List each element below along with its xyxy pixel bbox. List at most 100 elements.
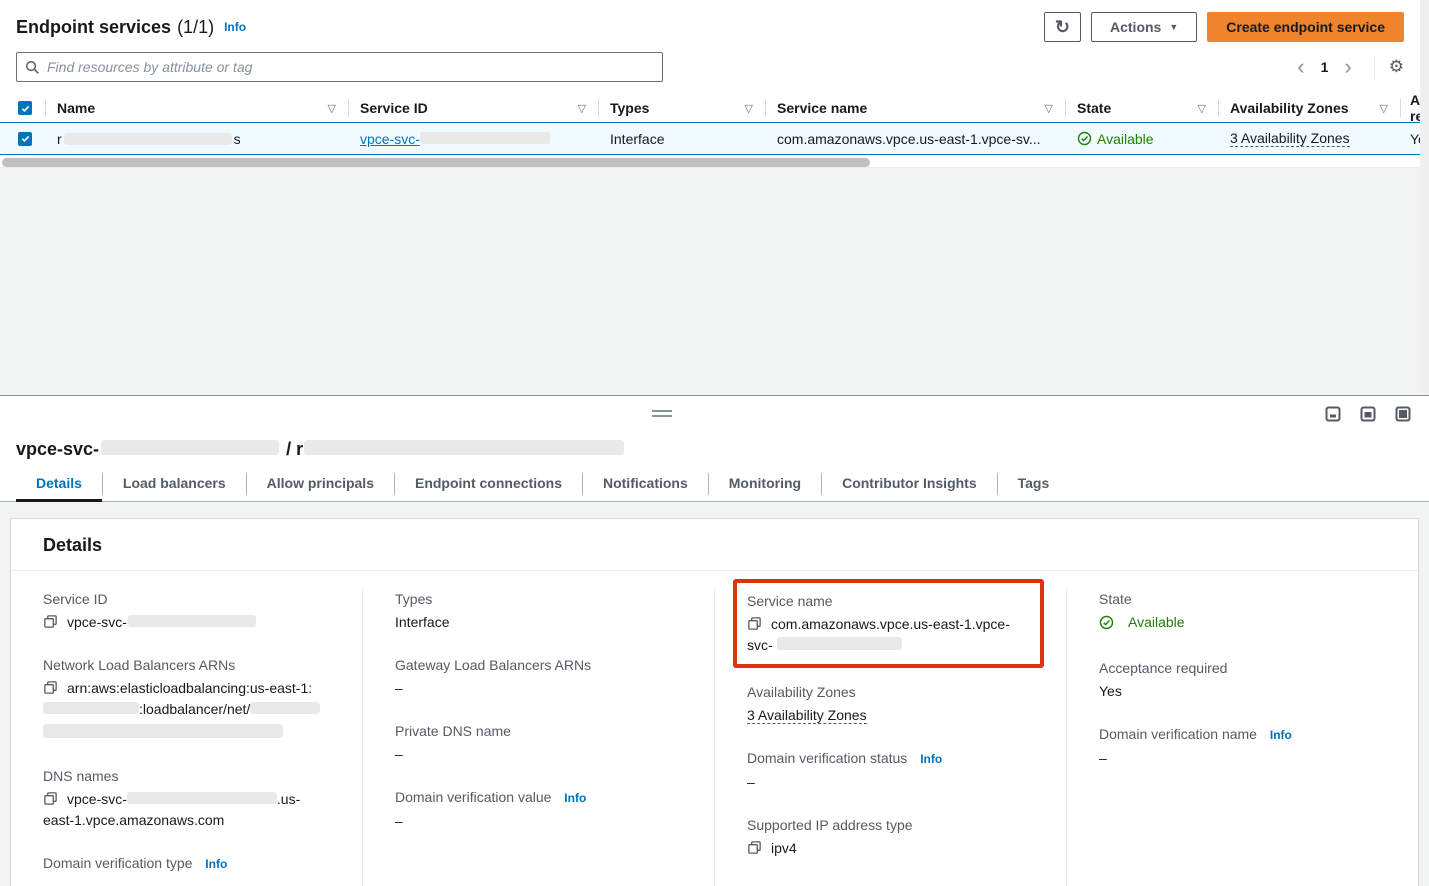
caret-down-icon: ▼: [1169, 22, 1178, 32]
column-header-acceptance-required[interactable]: Acceptance required: [1400, 94, 1420, 122]
column-header-types[interactable]: Types ▽: [598, 94, 765, 122]
vertical-scrollbar[interactable]: [1420, 0, 1429, 393]
check-circle-icon: [1077, 131, 1092, 146]
redacted-text: [304, 440, 624, 455]
detail-tabs: Details Load balancers Allow principals …: [0, 466, 1429, 502]
redacted-text: [128, 615, 256, 627]
check-circle-icon: [1099, 615, 1114, 630]
panel-title: vpce-svc- / r: [16, 439, 624, 460]
tab-endpoint-connections[interactable]: Endpoint connections: [395, 466, 582, 501]
field-service-name: Service name com.amazonaws.vpce.us-east-…: [747, 591, 1030, 656]
column-header-service-id[interactable]: Service ID ▽: [348, 94, 598, 122]
redacted-text: [43, 724, 283, 738]
service-name-annotation-box: Service name com.amazonaws.vpce.us-east-…: [733, 579, 1044, 668]
redacted-text: [64, 133, 232, 145]
cell-availability-zones: 3 Availability Zones: [1218, 123, 1400, 154]
info-link[interactable]: Info: [205, 857, 227, 871]
page-title: Endpoint services: [16, 17, 171, 38]
tab-monitoring[interactable]: Monitoring: [709, 466, 821, 501]
sort-icon: ▽: [578, 102, 586, 115]
field-domain-verification-status: Domain verification status Info –: [747, 748, 1034, 793]
tab-load-balancers[interactable]: Load balancers: [103, 466, 246, 501]
copy-icon[interactable]: [43, 614, 58, 629]
select-all-cell: [0, 94, 45, 122]
copy-icon[interactable]: [747, 840, 762, 855]
panel-content: Details Service ID vpce-svc-: [0, 502, 1429, 886]
tab-tags[interactable]: Tags: [998, 466, 1070, 501]
panel-size-medium-icon[interactable]: [1360, 406, 1376, 422]
field-private-dns-name: Private DNS name –: [395, 721, 682, 765]
tab-contributor-insights[interactable]: Contributor Insights: [822, 466, 997, 501]
column-header-state[interactable]: State ▽: [1065, 94, 1218, 122]
copy-icon[interactable]: [43, 680, 58, 695]
field-domain-verification-value: Domain verification value Info –: [395, 787, 682, 832]
field-state: State Available: [1099, 589, 1386, 636]
check-icon: [20, 103, 31, 114]
details-card-heading: Details: [11, 519, 1418, 571]
refresh-icon: ↻: [1055, 18, 1070, 36]
actions-button[interactable]: Actions ▼: [1091, 12, 1197, 42]
page-number[interactable]: 1: [1317, 59, 1333, 75]
availability-zones-popover-trigger[interactable]: 3 Availability Zones: [1230, 130, 1350, 147]
sort-icon: ▽: [1198, 102, 1206, 115]
redacted-text: [101, 440, 279, 455]
field-domain-verification-name: Domain verification name Info –: [1099, 724, 1386, 769]
column-header-service-name[interactable]: Service name ▽: [765, 94, 1065, 122]
endpoint-services-page: Endpoint services (1/1) Info ↻ Actions ▼…: [0, 0, 1429, 886]
panel-size-small-icon[interactable]: [1325, 406, 1341, 422]
header-actions: ↻ Actions ▼ Create endpoint service: [1044, 12, 1404, 42]
redacted-text: [250, 702, 320, 714]
list-header: Endpoint services (1/1) Info ↻ Actions ▼…: [0, 0, 1420, 46]
column-header-availability-zones[interactable]: Availability Zones ▽: [1218, 94, 1400, 122]
field-service-id: Service ID vpce-svc-: [43, 589, 330, 633]
panel-size-large-icon[interactable]: [1395, 406, 1411, 422]
service-id-link[interactable]: vpce-svc-: [360, 131, 550, 147]
field-nlb-arns: Network Load Balancers ARNs arn:aws:elas…: [43, 655, 330, 744]
redacted-text: [777, 637, 902, 650]
sort-icon: ▽: [1380, 102, 1388, 115]
search-row: ‹ 1 › ⚙: [0, 46, 1420, 82]
field-domain-verification-type: Domain verification type Info –: [43, 853, 330, 886]
cell-service-name: com.amazonaws.vpce.us-east-1.vpce-sv...: [765, 123, 1065, 154]
details-card: Details Service ID vpce-svc-: [10, 518, 1419, 886]
select-all-checkbox[interactable]: [18, 101, 32, 115]
create-endpoint-service-button[interactable]: Create endpoint service: [1207, 12, 1404, 42]
availability-zones-popover-trigger[interactable]: 3 Availability Zones: [747, 707, 867, 724]
table-row: r s vpce-svc- Interface com.amazonaws.vp…: [0, 122, 1420, 155]
copy-icon[interactable]: [43, 791, 58, 806]
content-background: [0, 167, 1429, 395]
refresh-button[interactable]: ↻: [1044, 12, 1081, 42]
details-column-3: Service name com.amazonaws.vpce.us-east-…: [714, 589, 1066, 886]
details-column-2: Types Interface Gateway Load Balancers A…: [362, 589, 714, 886]
search-icon: [25, 60, 40, 75]
tab-details[interactable]: Details: [16, 466, 102, 501]
row-checkbox[interactable]: [18, 132, 32, 146]
table-header-row: Name ▽ Service ID ▽ Types ▽ Service name…: [0, 94, 1420, 122]
tab-notifications[interactable]: Notifications: [583, 466, 708, 501]
tab-allow-principals[interactable]: Allow principals: [247, 466, 394, 501]
horizontal-scrollbar-thumb[interactable]: [2, 158, 870, 167]
redacted-text: [127, 792, 277, 804]
header-info-link[interactable]: Info: [224, 20, 246, 34]
copy-icon[interactable]: [747, 616, 762, 631]
actions-button-label: Actions: [1110, 19, 1161, 35]
column-header-name[interactable]: Name ▽: [45, 94, 348, 122]
cell-acceptance-required: Yes: [1400, 123, 1420, 154]
pager-divider: [1374, 55, 1375, 79]
sort-icon: ▽: [328, 102, 336, 115]
details-column-1: Service ID vpce-svc- Network Load Balanc…: [11, 589, 362, 886]
field-ip-address-type: Supported IP address type ipv4: [747, 815, 1034, 859]
settings-gear-icon[interactable]: ⚙: [1389, 57, 1404, 77]
info-link[interactable]: Info: [564, 791, 586, 805]
info-link[interactable]: Info: [1270, 728, 1292, 742]
field-glb-arns: Gateway Load Balancers ARNs –: [395, 655, 682, 699]
search-input[interactable]: [47, 59, 654, 75]
info-link[interactable]: Info: [920, 752, 942, 766]
row-select-cell: [0, 123, 45, 154]
chevron-left-icon[interactable]: ‹: [1289, 56, 1312, 78]
chevron-right-icon[interactable]: ›: [1336, 56, 1359, 78]
details-column-4: State Available: [1066, 589, 1418, 886]
status-badge: Available: [1077, 131, 1154, 147]
field-dns-names: DNS names vpce-svc-.us-east-1.vpce.amazo…: [43, 766, 330, 831]
panel-resize-handle[interactable]: [652, 410, 672, 420]
